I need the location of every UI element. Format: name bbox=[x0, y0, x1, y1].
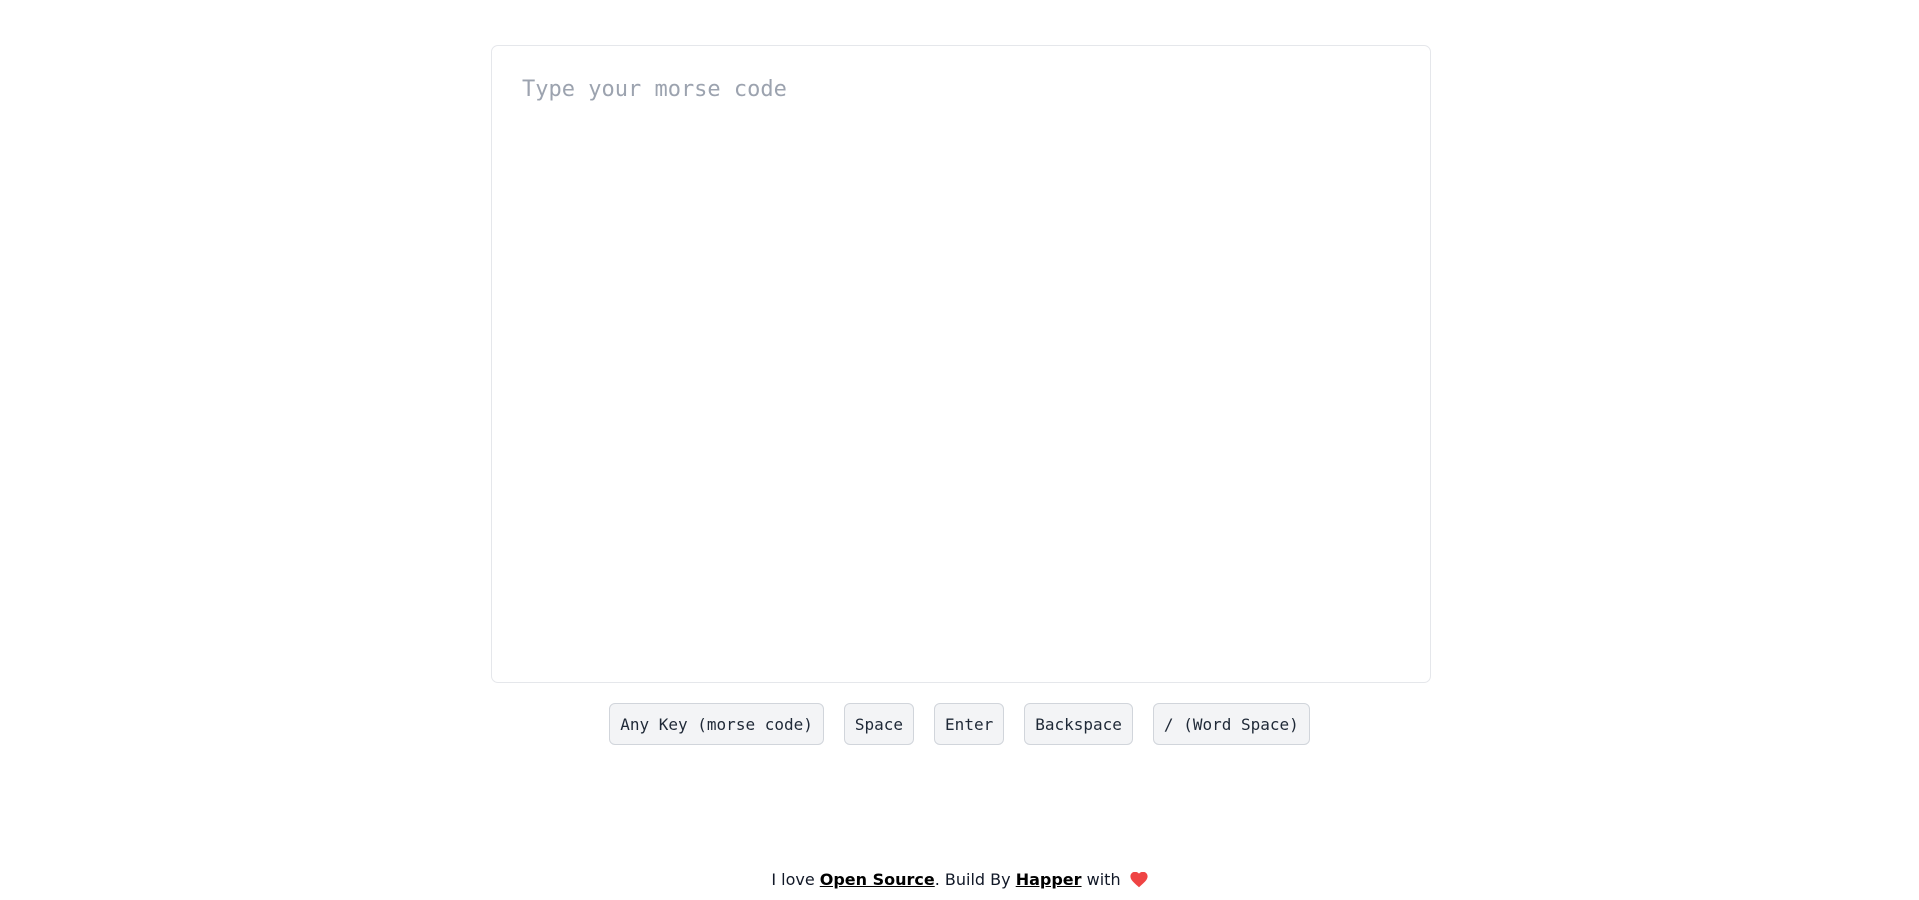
space-key-button[interactable]: Space bbox=[843, 703, 915, 745]
morse-code-input[interactable] bbox=[522, 74, 1400, 654]
backspace-key-button[interactable]: Backspace bbox=[1024, 703, 1133, 745]
morse-editor bbox=[491, 45, 1431, 683]
happer-link[interactable]: Happer bbox=[1016, 870, 1082, 889]
open-source-link[interactable]: Open Source bbox=[820, 870, 935, 889]
word-space-key-button[interactable]: / (Word Space) bbox=[1152, 703, 1310, 745]
footer-suffix: with bbox=[1081, 870, 1126, 889]
heart-icon-svg bbox=[1130, 871, 1148, 888]
footer-middle: . Build By bbox=[934, 870, 1016, 889]
any-key-button[interactable]: Any Key (morse code) bbox=[609, 703, 824, 745]
footer-prefix: I love bbox=[771, 870, 820, 889]
footer: I love Open Source. Build By Happer with bbox=[0, 868, 1919, 895]
key-legend: Any Key (morse code) Space Enter Backspa… bbox=[0, 703, 1919, 745]
heart-icon bbox=[1130, 871, 1148, 895]
enter-key-button[interactable]: Enter bbox=[934, 703, 1005, 745]
page: Any Key (morse code) Space Enter Backspa… bbox=[0, 0, 1919, 900]
